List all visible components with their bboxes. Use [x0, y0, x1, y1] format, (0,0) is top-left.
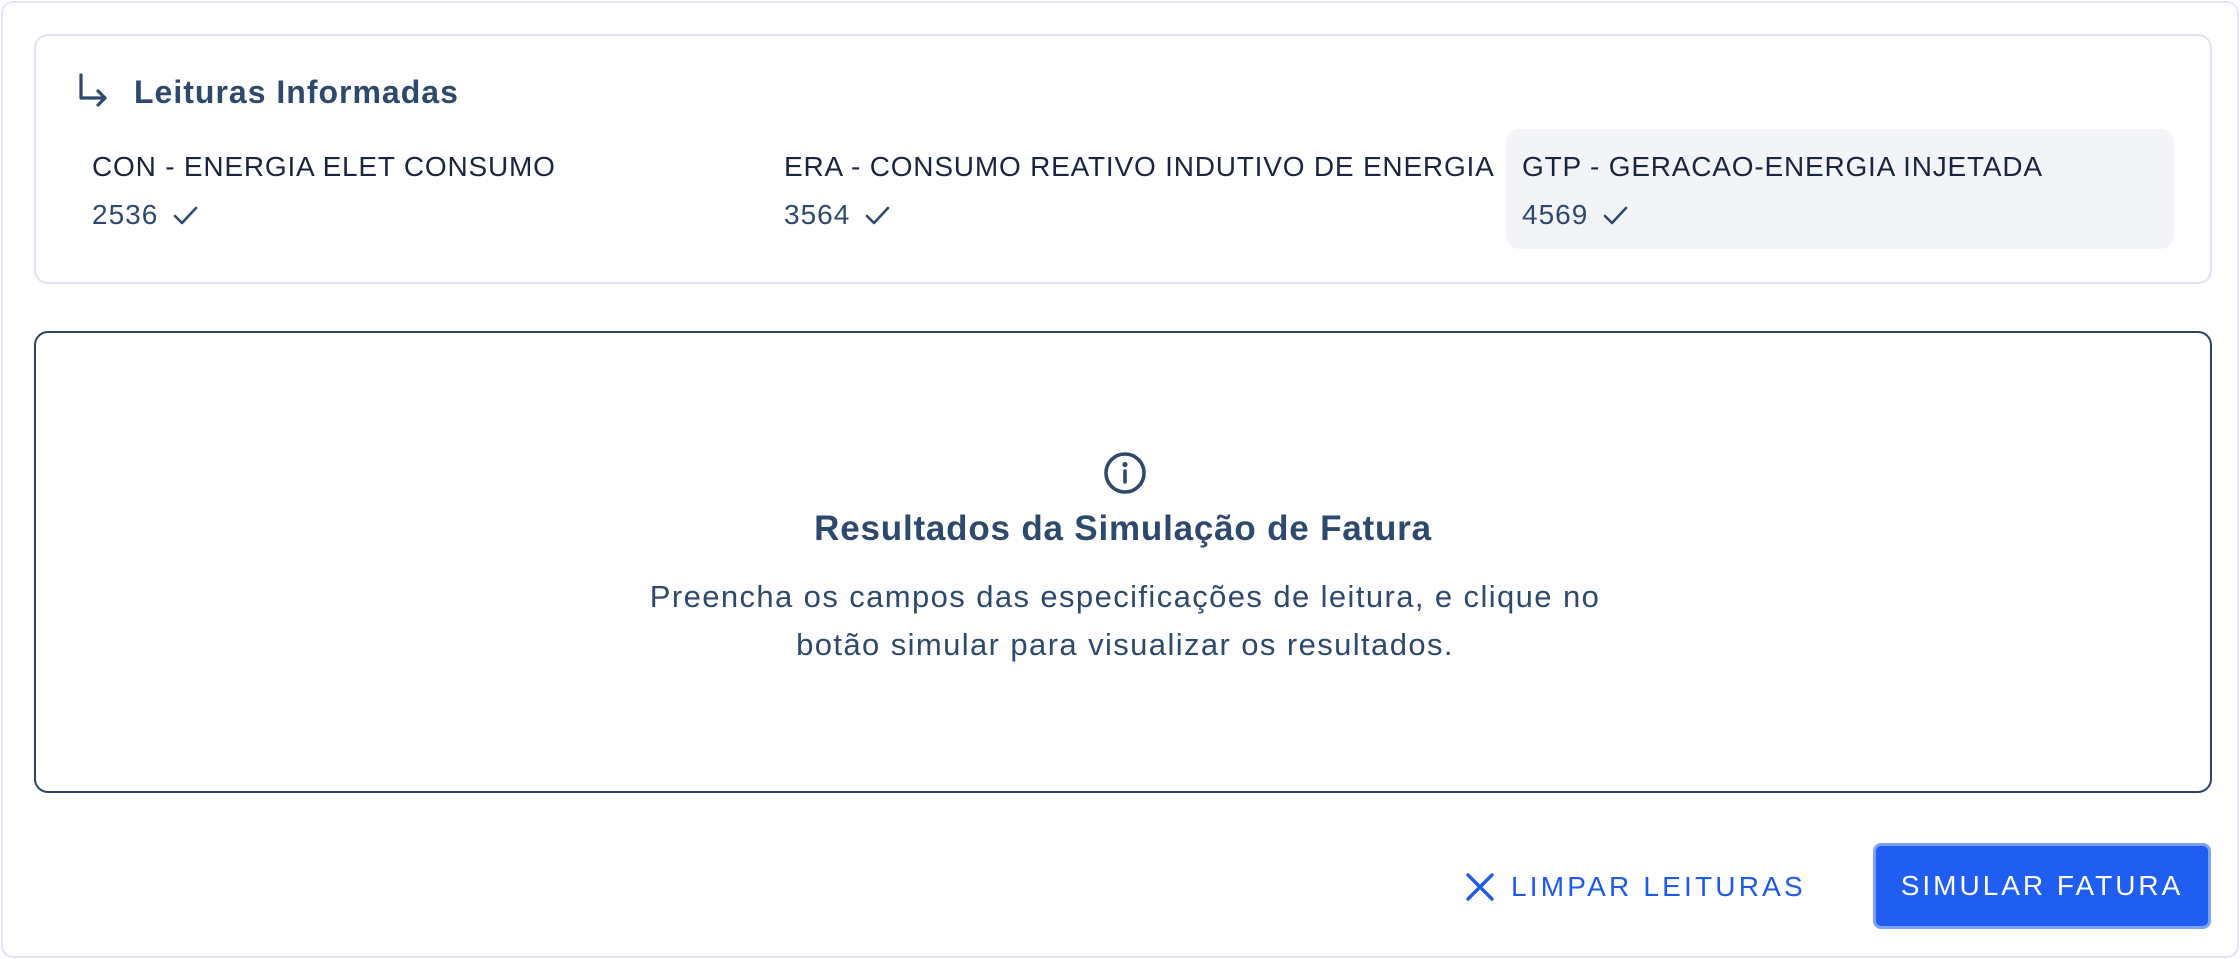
- check-icon: [865, 206, 890, 225]
- reading-label: ERA - CONSUMO REATIVO INDUTIVO DE ENERGI…: [784, 151, 1495, 182]
- reading-label: CON - ENERGIA ELET CONSUMO: [92, 151, 556, 182]
- results-title: Resultados da Simulação de Fatura: [814, 509, 1432, 548]
- results-card: Resultados da Simulação de Fatura Preenc…: [34, 331, 2212, 793]
- results-description: Preencha os campos das especificações de…: [575, 573, 1675, 669]
- reading-value: 4569: [1522, 199, 1589, 230]
- subdirectory-arrow-icon: [72, 70, 112, 115]
- reading-value-row: 3564: [784, 199, 1452, 231]
- check-icon: [173, 206, 198, 225]
- close-icon: [1466, 873, 1494, 901]
- results-description-line-2: botão simular para visualizar os resulta…: [796, 627, 1454, 662]
- readings-header: Leituras Informadas: [72, 72, 459, 112]
- reading-value: 2536: [92, 199, 159, 230]
- results-description-line-1: Preencha os campos das especificações de…: [649, 579, 1601, 614]
- readings-card: Leituras Informadas CON - ENERGIA ELET C…: [34, 34, 2212, 284]
- reading-value-row: 4569: [1522, 199, 2158, 231]
- readings-title: Leituras Informadas: [134, 73, 459, 110]
- reading-item-gtp: GTP - GERACAO-ENERGIA INJETADA 4569: [1506, 129, 2174, 249]
- reading-label: GTP - GERACAO-ENERGIA INJETADA: [1522, 151, 2043, 182]
- page-frame: Leituras Informadas CON - ENERGIA ELET C…: [1, 1, 2239, 958]
- clear-readings-button[interactable]: LIMPAR LEITURAS: [1463, 865, 1806, 909]
- reading-value-row: 2536: [92, 199, 720, 231]
- info-icon: [1104, 452, 1146, 494]
- reading-item-era: ERA - CONSUMO REATIVO INDUTIVO DE ENERGI…: [768, 129, 1495, 249]
- check-icon: [1603, 206, 1628, 225]
- simulate-invoice-label: SIMULAR FATURA: [1900, 870, 2184, 901]
- simulate-invoice-button[interactable]: SIMULAR FATURA: [1873, 843, 2211, 929]
- reading-item-con: CON - ENERGIA ELET CONSUMO 2536: [76, 129, 736, 249]
- clear-readings-label: LIMPAR LEITURAS: [1511, 871, 1806, 902]
- reading-value: 3564: [784, 199, 851, 230]
